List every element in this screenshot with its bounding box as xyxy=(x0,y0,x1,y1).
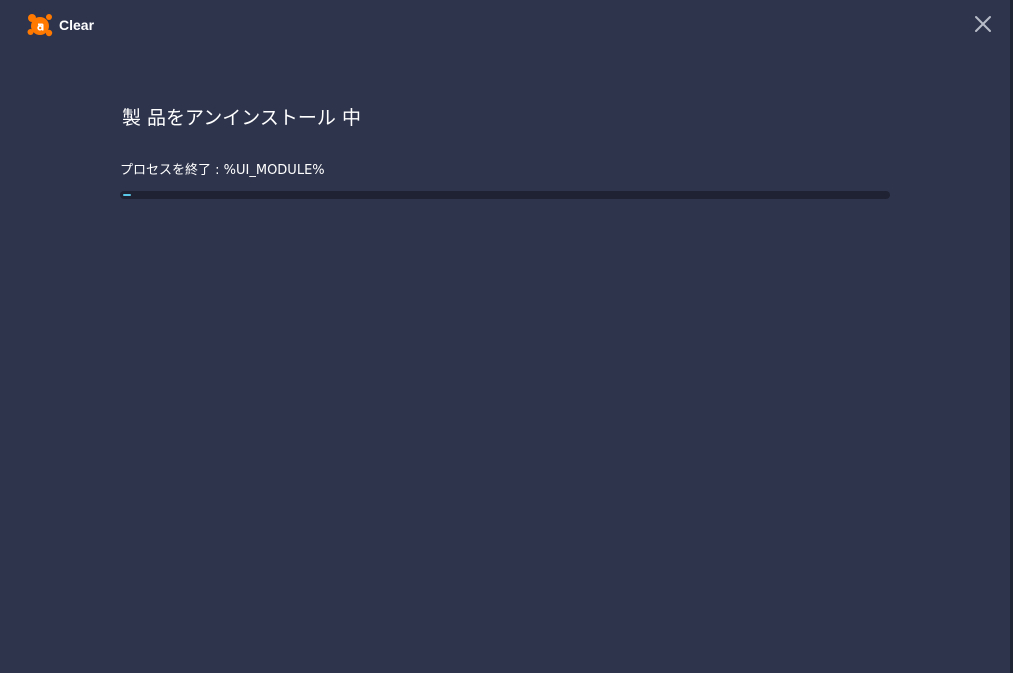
uninstaller-window: Clear 製 品をアンインストール 中 プロセスを終了 : %UI_MODUL… xyxy=(0,0,1013,673)
status-text: プロセスを終了 : %UI_MODULE% xyxy=(120,163,325,178)
close-button[interactable] xyxy=(973,14,993,34)
avast-logo-icon xyxy=(27,13,53,37)
page-title: 製 品をアンインストール 中 xyxy=(122,107,361,129)
title-bar: Clear xyxy=(0,0,1013,50)
progress-bar-fill xyxy=(123,194,131,196)
progress-bar xyxy=(120,191,890,199)
close-icon xyxy=(975,16,991,32)
app-title: Clear xyxy=(59,17,95,33)
